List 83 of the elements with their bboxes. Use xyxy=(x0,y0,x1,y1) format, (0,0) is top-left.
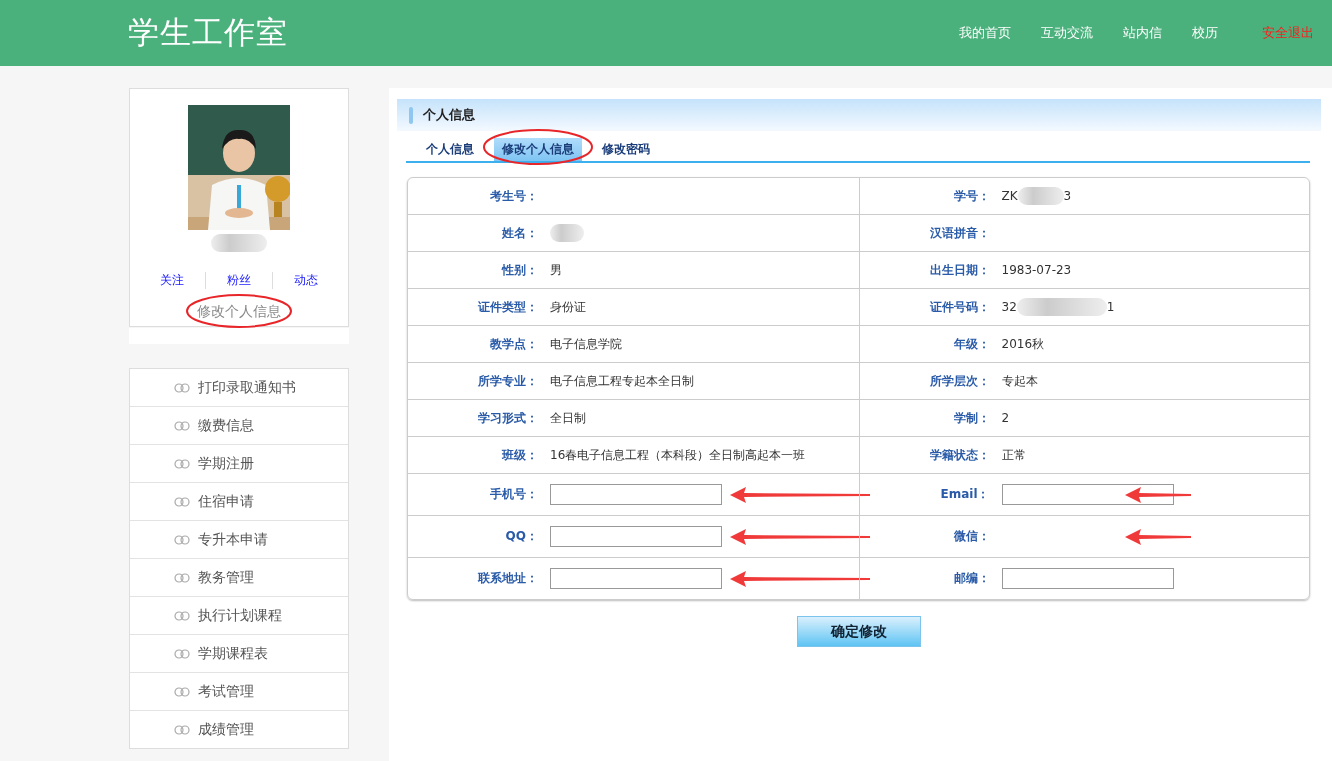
field-label: 证件号码： xyxy=(928,298,990,316)
menu-item[interactable]: 执行计划课程 xyxy=(130,596,348,634)
field-label: 考生号： xyxy=(489,187,538,205)
field-label: 年级： xyxy=(952,335,990,353)
menu-item[interactable]: 专升本申请 xyxy=(130,520,348,558)
input-field[interactable] xyxy=(550,568,722,589)
menu-label: 住宿申请 xyxy=(198,492,254,511)
menu-item[interactable]: 住宿申请 xyxy=(130,482,348,520)
menu-label: 缴费信息 xyxy=(198,416,254,435)
field-value: 男 xyxy=(550,261,562,279)
field-value: ZK xyxy=(1001,189,1018,203)
field-label: Email： xyxy=(939,486,990,503)
field-value: 32 xyxy=(1001,300,1017,314)
submit-button[interactable]: 确定修改 xyxy=(797,616,921,647)
field-value: 身份证 xyxy=(550,298,586,316)
link-icon xyxy=(174,458,190,469)
field-label: 所学层次： xyxy=(928,372,990,390)
menu-item[interactable]: 考试管理 xyxy=(130,672,348,710)
field-value: 电子信息工程专起本全日制 xyxy=(550,372,694,390)
field-value: 全日制 xyxy=(550,409,586,427)
field-value: 电子信息学院 xyxy=(550,335,622,353)
field-label: 姓名： xyxy=(501,224,538,242)
edit-profile-link[interactable]: 修改个人信息 xyxy=(197,302,281,321)
field-value: 3 xyxy=(1063,189,1072,203)
link-icon xyxy=(174,572,190,583)
field-label: 教学点： xyxy=(489,335,538,353)
input-field[interactable] xyxy=(550,526,722,547)
field-label: 所学专业： xyxy=(477,372,538,390)
tab[interactable]: 修改密码 xyxy=(594,138,658,161)
menu-label: 考试管理 xyxy=(198,682,254,701)
tab[interactable]: 修改个人信息 xyxy=(494,138,582,161)
link-icon xyxy=(174,496,190,507)
menu-item[interactable]: 教务管理 xyxy=(130,558,348,596)
link-icon xyxy=(174,420,190,431)
profile-link[interactable]: 动态 xyxy=(272,271,339,289)
field-label: 邮编： xyxy=(952,570,990,587)
menu-label: 学期课程表 xyxy=(198,644,268,663)
field-value: 16春电子信息工程（本科段）全日制高起本一班 xyxy=(550,446,806,464)
field-value: 1 xyxy=(1106,300,1115,314)
field-label: 性别： xyxy=(500,261,538,279)
link-icon xyxy=(174,382,190,393)
link-icon xyxy=(174,724,190,735)
link-icon xyxy=(174,648,190,659)
site-title: 学生工作室 xyxy=(128,13,288,52)
menu-label: 成绩管理 xyxy=(198,720,254,739)
field-label: 学制： xyxy=(952,409,990,427)
menu-item[interactable]: 学期课程表 xyxy=(130,634,348,672)
field-value: 2 xyxy=(1001,411,1010,425)
profile-link[interactable]: 关注 xyxy=(139,271,205,289)
input-field[interactable] xyxy=(550,484,722,505)
menu-label: 打印录取通知书 xyxy=(198,378,296,397)
field-label: 证件类型： xyxy=(477,298,538,316)
field-label: 联系地址： xyxy=(476,570,538,587)
field-label: 班级： xyxy=(500,446,538,464)
field-label: 微信： xyxy=(952,528,990,545)
link-icon xyxy=(174,610,190,621)
field-label: 学籍状态： xyxy=(928,446,990,464)
input-field[interactable] xyxy=(1001,568,1174,589)
link-icon xyxy=(174,686,190,697)
field-label: QQ： xyxy=(504,528,538,545)
menu-item[interactable]: 成绩管理 xyxy=(130,710,348,748)
menu-label: 学期注册 xyxy=(198,454,254,473)
menu-label: 执行计划课程 xyxy=(198,606,282,625)
field-value: 2016秋 xyxy=(1001,335,1045,353)
field-label: 手机号： xyxy=(489,486,538,503)
input-field[interactable] xyxy=(1001,484,1174,505)
field-label: 学号： xyxy=(952,187,990,205)
link-icon xyxy=(174,534,190,545)
field-label: 汉语拼音： xyxy=(928,224,990,242)
field-value: 1983-07-23 xyxy=(1001,263,1072,277)
tab[interactable]: 个人信息 xyxy=(418,138,482,161)
panel-title: 个人信息 xyxy=(423,106,475,124)
menu-item[interactable]: 打印录取通知书 xyxy=(130,369,348,406)
field-label: 学习形式： xyxy=(477,409,538,427)
menu-item[interactable]: 学期注册 xyxy=(130,444,348,482)
menu-label: 教务管理 xyxy=(198,568,254,587)
header-bar-icon xyxy=(409,106,413,124)
field-value: 专起本 xyxy=(1001,372,1038,390)
menu-item[interactable]: 缴费信息 xyxy=(130,406,348,444)
field-label: 出生日期： xyxy=(928,261,990,279)
menu-label: 专升本申请 xyxy=(198,530,268,549)
profile-link[interactable]: 粉丝 xyxy=(205,271,272,289)
field-value: 正常 xyxy=(1001,446,1026,464)
